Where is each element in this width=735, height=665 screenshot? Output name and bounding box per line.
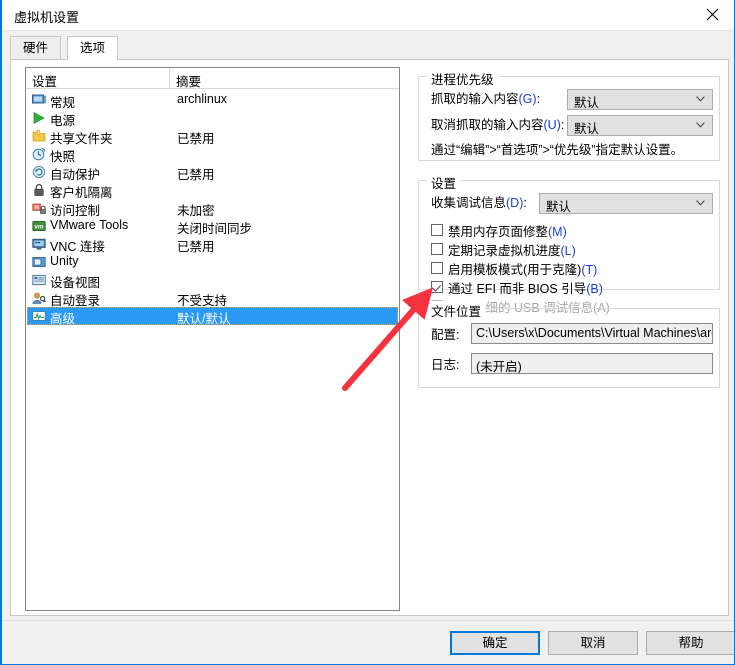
access-icon	[32, 201, 47, 215]
vm-settings-dialog: 虚拟机设置 硬件 选项 设置 摘要 常规 archlinux 电源 共享文件夹 已禁用快…	[0, 0, 735, 665]
settings-list-item[interactable]: 自动登录 不受支持	[27, 289, 398, 308]
ungrab-input-combo[interactable]: 默认	[567, 115, 713, 136]
grab-input-value: 默认	[574, 96, 600, 110]
autoprotect-icon	[32, 165, 46, 179]
settings-checkbox-label: 通过 EFI 而非 BIOS 引导(B)	[448, 282, 603, 296]
column-header-summary: 摘要	[176, 75, 202, 89]
play-icon	[32, 111, 46, 125]
chevron-down-icon	[696, 122, 705, 128]
config-path-value: C:\Users\x\Documents\Virtual Machines\ar…	[476, 326, 713, 340]
help-button[interactable]: 帮助	[646, 631, 734, 655]
snapshot-icon	[32, 147, 46, 161]
advanced-icon	[32, 309, 46, 323]
checkbox-icon	[431, 224, 443, 236]
settings-list[interactable]: 设置 摘要 常规 archlinux 电源 共享文件夹 已禁用 快照 自动保护 已禁用 客户机隔…	[25, 67, 400, 611]
autologon-icon	[32, 291, 47, 305]
options-pane: 设置 摘要 常规 archlinux 电源 共享文件夹 已禁用 快照 自动保护 已禁用 客户机隔…	[10, 59, 729, 616]
settings-list-item[interactable]: 电源	[27, 109, 398, 128]
settings-list-item-label: Unity	[50, 254, 79, 268]
tab-strip: 硬件 选项	[10, 36, 729, 61]
tab-hardware[interactable]: 硬件	[10, 36, 62, 60]
settings-legend: 设置	[427, 173, 461, 192]
column-divider	[169, 68, 170, 88]
settings-list-item[interactable]: 高级 默认/默认	[27, 307, 398, 326]
priority-note: 通过“编辑”>“首选项”>“优先级”指定默认设置。	[431, 143, 684, 157]
settings-checkbox-label: 启用模板模式(用于克隆)(T)	[448, 263, 598, 277]
settings-list-item[interactable]: 快照	[27, 145, 398, 164]
debug-info-label: 收集调试信息(D):	[431, 196, 527, 210]
lock-icon	[32, 183, 46, 197]
config-path-label: 配置:	[431, 328, 460, 342]
log-path-label: 日志:	[431, 358, 460, 372]
settings-list-item[interactable]: 共享文件夹 已禁用	[27, 127, 398, 146]
checkbox-checked-icon	[431, 281, 443, 293]
debug-info-value: 默认	[546, 200, 572, 214]
checkbox-icon	[431, 262, 443, 274]
settings-list-item[interactable]: vm VMware Tools 关闭时间同步	[27, 217, 398, 236]
unity-icon	[32, 255, 46, 269]
settings-list-item[interactable]: 自动保护 已禁用	[27, 163, 398, 182]
debug-info-combo[interactable]: 默认	[539, 193, 713, 214]
monitor-icon	[32, 93, 46, 107]
column-header-setting: 设置	[32, 75, 58, 89]
ok-button[interactable]: 确定	[450, 631, 540, 655]
window-title: 虚拟机设置	[14, 10, 80, 25]
settings-list-item[interactable]: Unity	[27, 253, 398, 271]
chevron-down-icon	[696, 96, 705, 102]
settings-list-item-summary: 默认/默认	[177, 312, 231, 326]
cancel-button[interactable]: 取消	[548, 631, 638, 655]
checkbox-icon	[431, 243, 443, 255]
grab-input-label: 抓取的输入内容(G):	[431, 92, 541, 106]
settings-list-item[interactable]: 常规 archlinux	[27, 91, 398, 110]
file-location-group: 文件位置 配置: C:\Users\x\Documents\Virtual Ma…	[418, 301, 720, 388]
footer-separator	[2, 620, 734, 621]
settings-checkbox-label: 定期记录虚拟机进度(L)	[448, 244, 576, 258]
settings-list-item[interactable]: 访问控制 未加密	[27, 199, 398, 218]
chevron-down-icon	[696, 200, 705, 206]
log-path-value: (未开启)	[476, 360, 522, 374]
settings-group: 设置 收集调试信息(D): 默认 禁用内存页面修整(M) 定期记录虚拟机进度(L)…	[418, 173, 720, 315]
vmware-tools-icon: vm	[32, 219, 46, 233]
process-priority-group: 进程优先级 抓取的输入内容(G): 默认 取消抓取的输入内容(U): 默认 通过…	[418, 69, 720, 161]
settings-list-item[interactable]: 设备视图	[27, 271, 398, 290]
folder-icon	[32, 129, 46, 143]
settings-checkbox-label: 禁用内存页面修整(M)	[448, 225, 567, 239]
settings-list-item-label: VMware Tools	[50, 218, 129, 232]
vnc-icon	[32, 237, 46, 251]
file-location-legend: 文件位置	[427, 301, 486, 320]
settings-list-items: 常规 archlinux 电源 共享文件夹 已禁用 快照 自动保护 已禁用 客户机隔离 访问控制未…	[26, 89, 399, 326]
process-priority-legend: 进程优先级	[427, 69, 498, 88]
list-header: 设置 摘要	[26, 68, 399, 89]
config-path-field[interactable]: C:\Users\x\Documents\Virtual Machines\ar…	[471, 323, 713, 344]
title-bar: 虚拟机设置	[2, 0, 734, 31]
grab-input-combo[interactable]: 默认	[567, 89, 713, 110]
settings-list-item-summary: archlinux	[177, 92, 228, 106]
ungrab-input-label: 取消抓取的输入内容(U):	[431, 118, 565, 132]
svg-text:vm: vm	[34, 224, 44, 231]
device-view-icon	[32, 273, 46, 287]
log-path-field[interactable]: (未开启)	[471, 353, 713, 374]
settings-list-item[interactable]: 客户机隔离	[27, 181, 398, 200]
settings-list-item[interactable]: VNC 连接 已禁用	[27, 235, 398, 254]
close-icon[interactable]	[690, 0, 734, 29]
ungrab-input-value: 默认	[574, 122, 600, 136]
advanced-options-panel: 进程优先级 抓取的输入内容(G): 默认 取消抓取的输入内容(U): 默认 通过…	[410, 60, 728, 615]
settings-list-item-label: 高级	[50, 312, 76, 326]
tab-options[interactable]: 选项	[67, 36, 119, 61]
